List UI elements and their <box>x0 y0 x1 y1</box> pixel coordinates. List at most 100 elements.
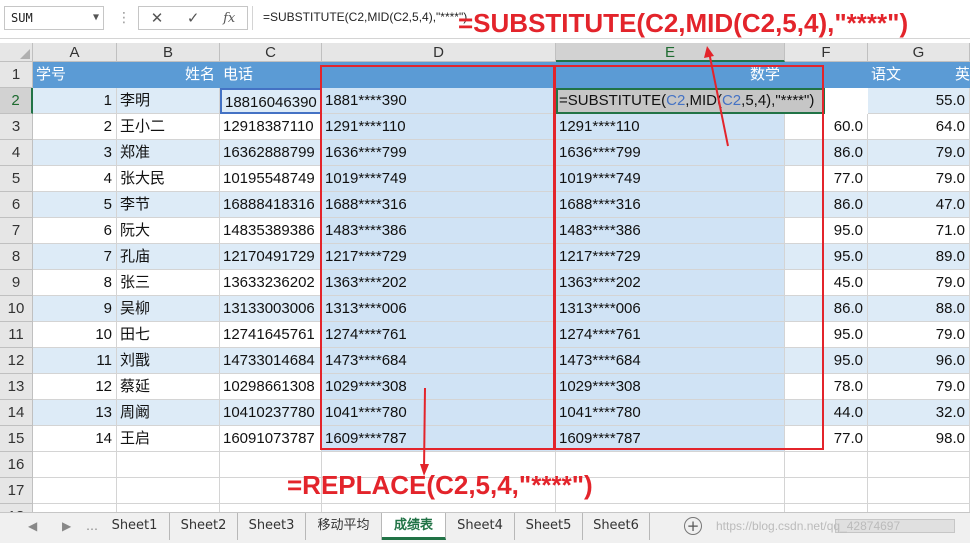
cell-chinese-score[interactable]: 71.0 <box>868 218 970 244</box>
row-header-13[interactable]: 13 <box>0 374 33 400</box>
cell-replace-result[interactable]: 1313****006 <box>322 296 556 322</box>
prev-sheet-icon[interactable]: ◀ <box>28 519 37 533</box>
empty-cell[interactable] <box>785 452 868 478</box>
row-header-17[interactable]: 17 <box>0 478 33 504</box>
cell-id[interactable]: 12 <box>33 374 117 400</box>
cell-chinese-score[interactable]: 64.0 <box>868 114 970 140</box>
cell-replace-result[interactable]: 1609****787 <box>322 426 556 452</box>
row-header-1[interactable]: 1 <box>0 62 33 88</box>
empty-cell[interactable] <box>33 478 117 504</box>
cell-replace-result[interactable]: 1019****749 <box>322 166 556 192</box>
empty-cell[interactable] <box>33 452 117 478</box>
cell-name[interactable]: 孔庙 <box>117 244 220 270</box>
row-header-4[interactable]: 4 <box>0 140 33 166</box>
cell-name[interactable]: 张大民 <box>117 166 220 192</box>
empty-cell[interactable] <box>868 452 970 478</box>
cell-replace-result[interactable]: 1274****761 <box>322 322 556 348</box>
cell-chinese-score[interactable]: 47.0 <box>868 192 970 218</box>
header-cell-math[interactable]: 数学 <box>556 62 785 88</box>
cell-id[interactable]: 3 <box>33 140 117 166</box>
column-header-f[interactable]: F <box>785 43 868 62</box>
chevron-down-icon[interactable]: ▼ <box>93 7 99 29</box>
column-header-d[interactable]: D <box>322 43 556 62</box>
cell-name[interactable]: 王启 <box>117 426 220 452</box>
cell-substitute-result[interactable]: 1688****316 <box>556 192 785 218</box>
cell-chinese-score[interactable]: 98.0 <box>868 426 970 452</box>
header-cell-id[interactable]: 学号 <box>33 62 117 88</box>
cell-substitute-result[interactable]: 1363****202 <box>556 270 785 296</box>
sheet-tab[interactable]: Sheet5 <box>515 513 583 540</box>
cell-replace-result[interactable]: 1688****316 <box>322 192 556 218</box>
cell-substitute-result[interactable]: 1291****110 <box>556 114 785 140</box>
empty-cell[interactable] <box>785 478 868 504</box>
row-header-11[interactable]: 11 <box>0 322 33 348</box>
cell-id[interactable]: 2 <box>33 114 117 140</box>
sheet-tab[interactable]: 成绩表 <box>382 513 446 540</box>
cell-math-score[interactable]: 45.0 <box>785 270 868 296</box>
cell-name[interactable]: 周阚 <box>117 400 220 426</box>
row-header-14[interactable]: 14 <box>0 400 33 426</box>
cell-phone[interactable]: 13133003006 <box>220 296 322 322</box>
cell-chinese-score[interactable]: 89.0 <box>868 244 970 270</box>
cell-replace-result[interactable]: 1291****110 <box>322 114 556 140</box>
row-header-12[interactable]: 12 <box>0 348 33 374</box>
cell-substitute-result[interactable]: 1041****780 <box>556 400 785 426</box>
cell-math-score[interactable]: 95.0 <box>785 322 868 348</box>
cell-chinese-score[interactable]: 79.0 <box>868 322 970 348</box>
cell-replace-result[interactable]: 1636****799 <box>322 140 556 166</box>
cell-substitute-result[interactable]: 1217****729 <box>556 244 785 270</box>
cell-name[interactable]: 郑准 <box>117 140 220 166</box>
header-cell-f[interactable] <box>785 62 868 88</box>
row-header-8[interactable]: 8 <box>0 244 33 270</box>
cell-substitute-result[interactable]: 1274****761 <box>556 322 785 348</box>
cell-phone[interactable]: 10410237780 <box>220 400 322 426</box>
cell-replace-result[interactable]: 1881****390 <box>322 88 556 114</box>
cell-math-score[interactable]: 95.0 <box>785 348 868 374</box>
header-cell-english[interactable]: 英 <box>952 62 970 88</box>
row-header-7[interactable]: 7 <box>0 218 33 244</box>
add-sheet-icon[interactable]: + <box>684 517 702 535</box>
header-cell-d[interactable] <box>322 62 556 88</box>
next-sheet-icon[interactable]: ▶ <box>62 519 71 533</box>
cell-substitute-result[interactable]: 1483****386 <box>556 218 785 244</box>
column-header-b[interactable]: B <box>117 43 220 62</box>
column-header-c[interactable]: C <box>220 43 322 62</box>
enter-icon[interactable]: ✓ <box>187 9 200 27</box>
cancel-icon[interactable]: ✕ <box>151 9 164 27</box>
cell-math-score[interactable]: 60.0 <box>785 114 868 140</box>
cell-id[interactable]: 10 <box>33 322 117 348</box>
row-header-9[interactable]: 9 <box>0 270 33 296</box>
row-header-5[interactable]: 5 <box>0 166 33 192</box>
column-header-a[interactable]: A <box>33 43 117 62</box>
cell-chinese-score[interactable]: 55.0 <box>868 88 970 114</box>
sheet-tab[interactable]: Sheet3 <box>238 513 306 540</box>
name-box[interactable]: SUM ▼ <box>4 6 104 30</box>
cell-substitute-result[interactable]: 1019****749 <box>556 166 785 192</box>
cell-replace-result[interactable]: 1041****780 <box>322 400 556 426</box>
cell-id[interactable]: 14 <box>33 426 117 452</box>
header-cell-phone[interactable]: 电话 <box>220 62 322 88</box>
cell-id[interactable]: 4 <box>33 166 117 192</box>
row-header-3[interactable]: 3 <box>0 114 33 140</box>
cell-id[interactable]: 7 <box>33 244 117 270</box>
row-header-16[interactable]: 16 <box>0 452 33 478</box>
cell-chinese-score[interactable]: 79.0 <box>868 166 970 192</box>
header-cell-name[interactable]: 姓名 <box>117 62 220 88</box>
cell-substitute-result[interactable]: 1029****308 <box>556 374 785 400</box>
cell-math-score[interactable]: 77.0 <box>785 166 868 192</box>
cell-name[interactable]: 王小二 <box>117 114 220 140</box>
cell-name[interactable]: 吴柳 <box>117 296 220 322</box>
cell-replace-result[interactable]: 1029****308 <box>322 374 556 400</box>
cell-id[interactable]: 5 <box>33 192 117 218</box>
cell-substitute-result[interactable]: 1636****799 <box>556 140 785 166</box>
cell-formula-active[interactable]: =SUBSTITUTE(C2,MID(C2,5,4),"****") <box>556 88 825 114</box>
cell-phone[interactable]: 12918387110 <box>220 114 322 140</box>
cell-id[interactable]: 6 <box>33 218 117 244</box>
empty-cell[interactable] <box>117 452 220 478</box>
select-all-corner[interactable] <box>0 43 33 62</box>
sheet-tab[interactable]: Sheet2 <box>170 513 238 540</box>
cell-id[interactable]: 11 <box>33 348 117 374</box>
cell-chinese-score[interactable]: 96.0 <box>868 348 970 374</box>
sheet-tab[interactable]: Sheet1 <box>100 513 170 540</box>
cell-math-score[interactable]: 86.0 <box>785 296 868 322</box>
